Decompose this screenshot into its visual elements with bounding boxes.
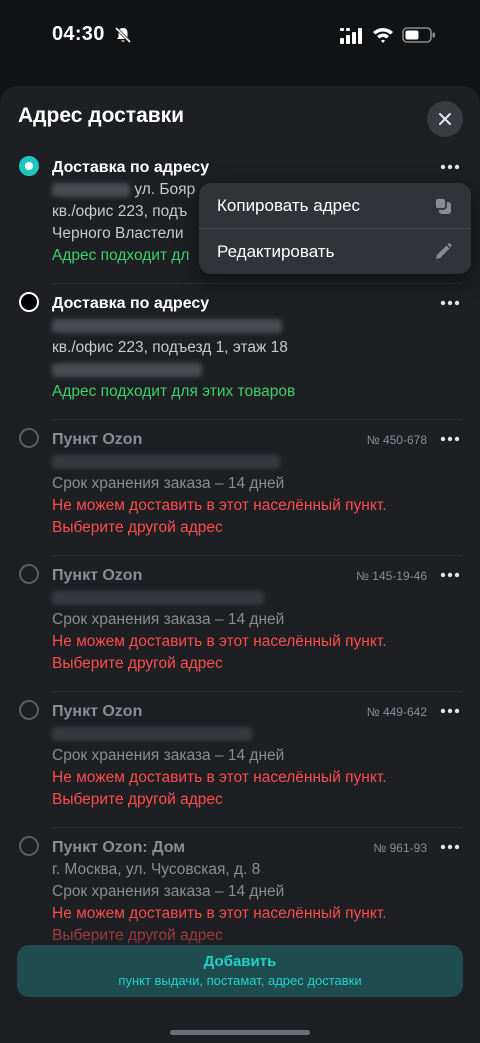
radio-disabled — [19, 836, 39, 856]
menu-item-edit[interactable]: Редактировать — [199, 228, 471, 274]
add-button-subtitle: пункт выдачи, постамат, адрес доставки — [118, 973, 362, 988]
radio-selected[interactable] — [19, 156, 39, 176]
address-line — [52, 315, 462, 337]
item-title: Доставка по адресу — [52, 159, 210, 176]
wifi-icon — [373, 28, 393, 43]
storage-text: Срок хранения заказа – 14 дней — [52, 475, 285, 492]
redacted-text — [52, 454, 280, 469]
error-text: Не можем доставить в этот населённый пун… — [52, 769, 387, 786]
sheet-title: Адрес доставки — [18, 104, 185, 127]
pickup-item[interactable]: Пункт Ozon: Дом № 961-93 г. Москва, ул. … — [0, 828, 480, 964]
bell-slash-icon — [114, 26, 132, 44]
more-icon[interactable] — [440, 844, 460, 850]
redacted-text — [52, 362, 202, 377]
pencil-icon — [436, 243, 452, 259]
error-text: Не можем доставить в этот населённый пун… — [52, 905, 387, 922]
menu-item-label: Копировать адрес — [217, 195, 361, 215]
close-button[interactable] — [427, 101, 463, 137]
pickup-code: № 450-678 — [366, 433, 427, 447]
status-time: 04:30 — [52, 23, 105, 45]
more-icon[interactable] — [440, 164, 460, 170]
menu-item-label: Редактировать — [217, 241, 335, 261]
error-hint: Выберите другой адрес — [52, 519, 223, 536]
error-text: Не можем доставить в этот населённый пун… — [52, 497, 387, 514]
context-menu: Копировать адрес Редактировать — [199, 183, 471, 274]
address-line — [52, 587, 462, 609]
redacted-text — [52, 318, 282, 333]
pickup-code: № 449-642 — [366, 705, 427, 719]
pickup-item[interactable]: Пункт Ozon № 450-678 Срок хранения заказ… — [0, 420, 480, 556]
storage-text: Срок хранения заказа – 14 дней — [52, 883, 285, 900]
address-line: г. Москва, ул. Чусовская, д. 8 — [52, 861, 261, 878]
radio-disabled — [19, 700, 39, 720]
status-bar: 04:30 — [0, 0, 480, 72]
screen: 04:30 Адрес доставки Доставка по адресу … — [0, 0, 480, 1043]
add-button-title: Добавить — [203, 953, 277, 970]
pickup-code: № 145-19-46 — [356, 569, 427, 583]
redacted-text — [52, 590, 264, 605]
address-comment — [52, 359, 462, 381]
address-sheet: Адрес доставки Доставка по адресу ул. Бо… — [0, 86, 480, 1043]
storage-text: Срок хранения заказа – 14 дней — [52, 611, 285, 628]
redacted-text — [52, 726, 252, 741]
battery-icon — [402, 27, 435, 43]
radio-unselected[interactable] — [19, 292, 39, 312]
copy-icon — [434, 197, 451, 214]
storage-text: Срок хранения заказа – 14 дней — [52, 747, 285, 764]
error-hint: Выберите другой адрес — [52, 655, 223, 672]
radio-disabled — [19, 428, 39, 448]
redacted-text — [52, 182, 130, 197]
pickup-item[interactable]: Пункт Ozon № 449-642 Срок хранения заказ… — [0, 692, 480, 828]
home-indicator — [170, 1030, 310, 1035]
error-text: Не можем доставить в этот населённый пун… — [52, 633, 387, 650]
more-icon[interactable] — [440, 572, 460, 578]
status-text: Адрес подходит для этих товаров — [52, 383, 296, 400]
address-line — [52, 723, 462, 745]
close-icon — [439, 113, 451, 125]
item-title: Доставка по адресу — [52, 295, 210, 312]
error-hint: Выберите другой адрес — [52, 791, 223, 808]
more-icon[interactable] — [440, 436, 460, 442]
radio-disabled — [19, 564, 39, 584]
add-address-button[interactable]: Добавить пункт выдачи, постамат, адрес д… — [17, 945, 463, 997]
more-icon[interactable] — [440, 300, 460, 306]
address-details: кв./офис 223, подъезд 1, этаж 18 — [52, 339, 288, 356]
menu-item-copy-address[interactable]: Копировать адрес — [199, 183, 471, 228]
pickup-code: № 961-93 — [373, 841, 427, 855]
error-hint: Выберите другой адрес — [52, 927, 223, 944]
address-item[interactable]: Доставка по адресу кв./офис 223, подъезд… — [0, 284, 480, 420]
pickup-item[interactable]: Пункт Ozon № 145-19-46 Срок хранения зак… — [0, 556, 480, 692]
more-icon[interactable] — [440, 708, 460, 714]
signal-icon — [340, 28, 362, 44]
address-line — [52, 451, 462, 473]
